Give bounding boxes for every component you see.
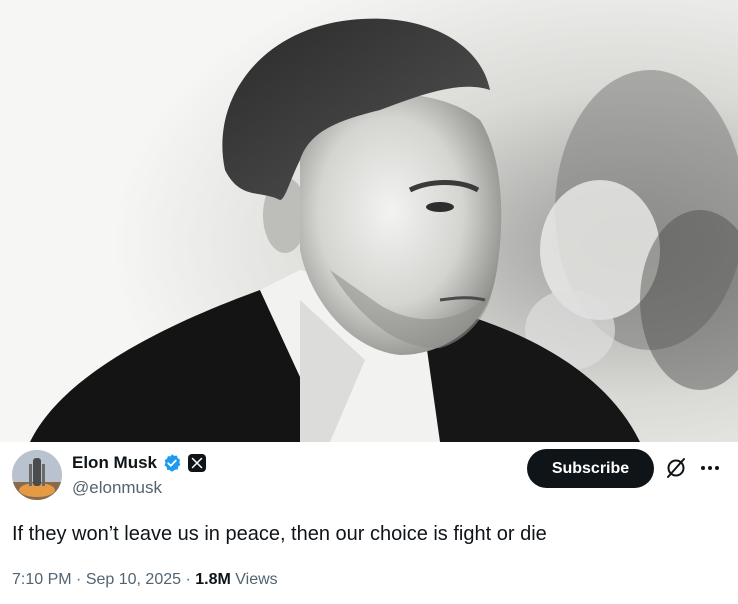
x-logo-icon[interactable] [188, 454, 207, 472]
author-display-name[interactable]: Elon Musk [72, 453, 157, 473]
tweet-text: If they won’t leave us in peace, then ou… [12, 523, 547, 545]
grok-icon[interactable] [664, 456, 688, 480]
views-count: 1.8M [195, 571, 231, 588]
tweet-photo[interactable] [0, 0, 738, 442]
verified-badge-icon[interactable] [162, 453, 182, 473]
portrait-image [0, 0, 738, 442]
rocket-launch-icon [12, 450, 62, 500]
subscribe-button[interactable]: Subscribe [527, 449, 654, 488]
author-handle[interactable]: @elonmusk [72, 478, 162, 498]
views-label: Views [235, 571, 278, 588]
tweet-date[interactable]: Sep 10, 2025 [86, 571, 181, 588]
more-icon[interactable] [698, 456, 722, 480]
tweet-meta: 7:10 PM · Sep 10, 2025 · 1.8M Views [12, 571, 278, 589]
meta-separator-2: · [181, 571, 196, 588]
author-name-row: Elon Musk [72, 452, 207, 474]
meta-separator: · [71, 571, 86, 588]
tweet-time[interactable]: 7:10 PM [12, 571, 72, 588]
author-avatar[interactable] [12, 450, 62, 500]
